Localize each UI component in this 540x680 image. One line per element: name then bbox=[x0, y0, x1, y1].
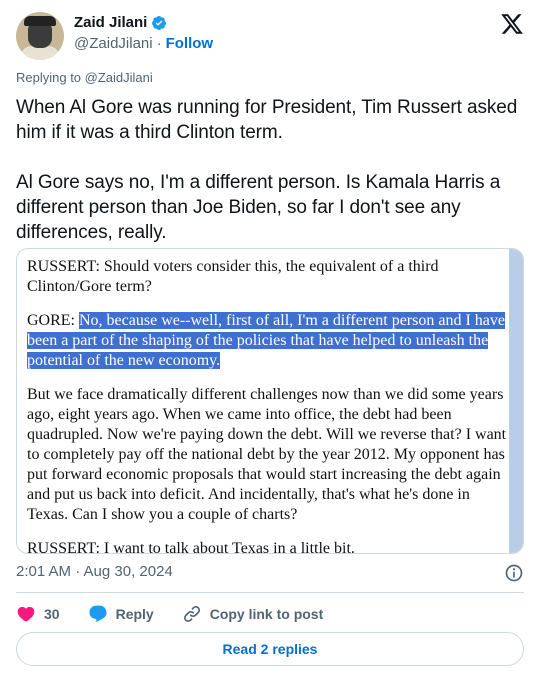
like-button[interactable]: 30 bbox=[16, 604, 60, 624]
divider bbox=[16, 592, 524, 593]
copy-link-label: Copy link to post bbox=[209, 606, 324, 622]
author-name[interactable]: Zaid Jilani bbox=[74, 14, 147, 31]
tweet-image[interactable]: RUSSERT: Should voters consider this, th… bbox=[16, 248, 524, 554]
copy-link-button[interactable]: Copy link to post bbox=[182, 604, 324, 624]
tweet-text: When Al Gore was running for President, … bbox=[16, 97, 518, 243]
reply-bubble-icon bbox=[89, 605, 107, 623]
action-bar: 30 Reply Copy link to post bbox=[16, 602, 351, 626]
link-icon bbox=[183, 605, 200, 623]
info-icon[interactable] bbox=[504, 563, 524, 583]
verified-badge-icon bbox=[152, 15, 167, 30]
transcript-paragraph: RUSSERT: Should voters consider this, th… bbox=[27, 258, 439, 295]
transcript-paragraph: GORE: No, because we--well, first of all… bbox=[27, 311, 509, 371]
x-logo-icon[interactable] bbox=[500, 12, 524, 36]
replying-to[interactable]: Replying to @ZaidJilani bbox=[16, 70, 153, 85]
reply-button[interactable]: Reply bbox=[88, 604, 154, 624]
read-replies-button[interactable]: Read 2 replies bbox=[16, 632, 524, 666]
avatar[interactable] bbox=[16, 12, 64, 60]
timestamp[interactable]: 2:01 AM · Aug 30, 2024 bbox=[16, 563, 173, 580]
like-count: 30 bbox=[44, 606, 60, 622]
transcript-document: RUSSERT: Should voters consider this, th… bbox=[27, 257, 509, 554]
separator-dot: · bbox=[156, 35, 162, 52]
highlighted-text: No, because we--well, first of all, I'm … bbox=[27, 312, 505, 369]
speaker-label: GORE: bbox=[27, 312, 79, 329]
reply-label: Reply bbox=[115, 606, 154, 622]
author-handle[interactable]: @ZaidJilani bbox=[74, 35, 153, 52]
follow-button[interactable]: Follow bbox=[166, 35, 214, 52]
document-scrollbar bbox=[509, 249, 523, 553]
author-block: Zaid Jilani @ZaidJilani · Follow bbox=[74, 14, 213, 52]
transcript-paragraph: RUSSERT: I want to talk about Texas in a… bbox=[27, 540, 355, 554]
transcript-paragraph: But we face dramatically different chall… bbox=[27, 386, 507, 523]
heart-icon bbox=[17, 606, 35, 622]
tweet-header: Zaid Jilani @ZaidJilani · Follow bbox=[16, 12, 524, 60]
